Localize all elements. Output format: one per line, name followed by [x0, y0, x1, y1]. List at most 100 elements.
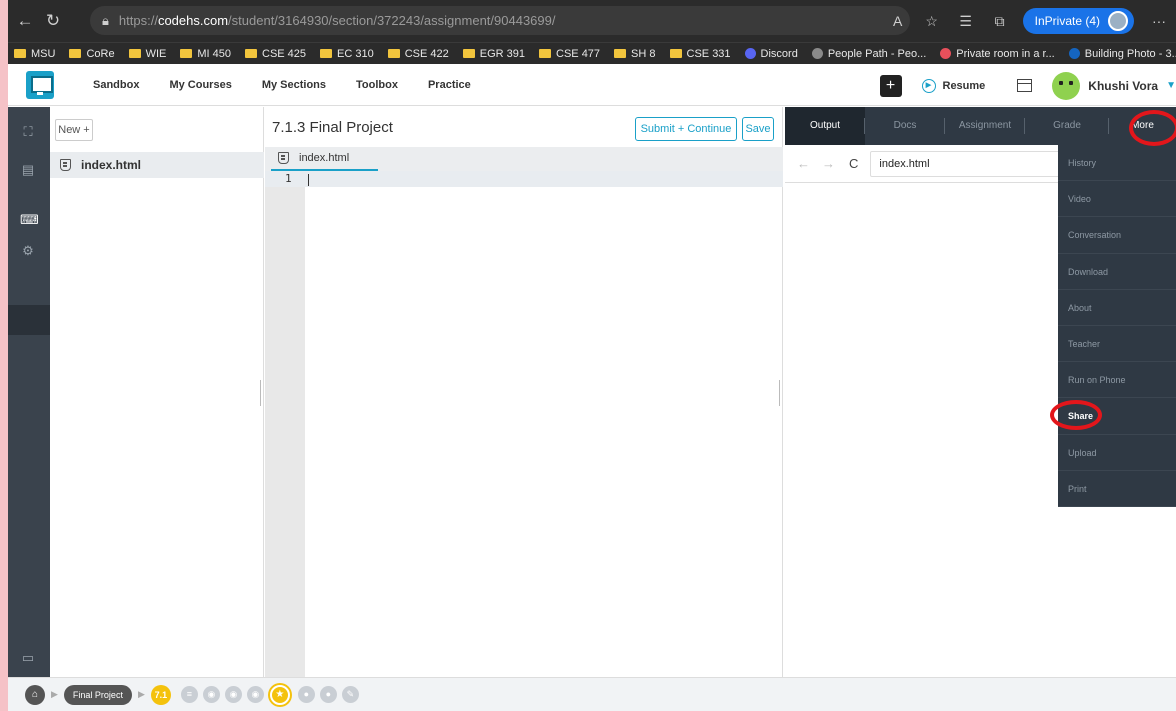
bookmark-item[interactable]: SH 8 [614, 48, 656, 60]
bookmark-item[interactable]: WIE [128, 48, 166, 60]
menu-item-video[interactable]: Video [1058, 181, 1176, 218]
bookmark-item[interactable]: EC 310 [320, 48, 374, 60]
map-icon[interactable]: ⛶ [20, 124, 36, 140]
tab-docs[interactable]: Docs [865, 107, 945, 145]
menu-item-teacher[interactable]: Teacher [1058, 326, 1176, 363]
more-icon[interactable]: ··· [1142, 13, 1176, 29]
bookmark-item[interactable]: CSE 331 [669, 47, 731, 60]
unit-badge[interactable]: 7.1 [150, 684, 171, 705]
tab-output[interactable]: Output [785, 107, 865, 145]
code-editor-panel: 7.1.3 Final Project Submit + Continue Sa… [265, 107, 783, 677]
file-item-index-html[interactable]: index.html [50, 152, 264, 178]
menu-item-run-on-phone[interactable]: Run on Phone [1058, 362, 1176, 399]
output-tabs: Output Docs Assignment Grade More [785, 107, 1176, 145]
active-line[interactable]: 1 [265, 171, 783, 187]
bookmark-item[interactable]: MI 450 [180, 48, 231, 60]
collections-icon[interactable]: ⧉ [983, 13, 1017, 30]
editor-tab-index-html[interactable]: index.html [271, 147, 378, 171]
bookmark-label: MSU [31, 47, 56, 60]
resize-handle-left[interactable] [260, 380, 261, 406]
user-name: Khushi Vora [1088, 78, 1159, 93]
back-icon[interactable]: ← [14, 11, 36, 31]
url-prefix: https:// [118, 13, 158, 28]
refresh-icon[interactable]: ↻ [42, 11, 64, 31]
activity-dot-icon[interactable]: ● [297, 686, 315, 703]
tab-assignment-label: Assignment [958, 120, 1012, 131]
nav-my-courses[interactable]: My Courses [169, 79, 231, 91]
output-forward-icon[interactable]: → [822, 156, 835, 171]
read-aloud-icon[interactable]: A [881, 13, 915, 29]
bookmark-label: CoRe [86, 47, 115, 60]
nav-sandbox[interactable]: Sandbox [93, 79, 139, 91]
bookmark-label: CSE 425 [262, 47, 307, 60]
bookmark-label: CSE 422 [404, 47, 449, 60]
resume-button[interactable]: ▶ Resume [921, 78, 986, 93]
bookmark-item[interactable]: CoRe [69, 47, 115, 60]
bookmark-item[interactable]: Building Photo - 3... [1068, 48, 1176, 60]
bookmarks-bar: MSU CoRe WIE MI 450 CSE 425 EC 310 CSE 422 EGR … [8, 42, 1176, 64]
bookmark-label: Private room in a r... [956, 47, 1055, 60]
final-project-pill[interactable]: Final Project [63, 684, 132, 705]
menu-item-print[interactable]: Print [1058, 471, 1176, 507]
bookmark-item[interactable]: CSE 425 [245, 48, 306, 60]
tab-output-label: Output [809, 120, 841, 131]
browser-toolbar: ← ↻ 🔒︎ https://codehs.com/student/316493… [8, 0, 1176, 42]
resume-label: Resume [942, 79, 986, 92]
submit-continue-button[interactable]: Submit + Continue [635, 117, 737, 141]
html5-icon [278, 152, 289, 164]
tab-assignment[interactable]: Assignment [945, 107, 1025, 145]
current-activity-star-icon[interactable]: ★ [269, 684, 290, 705]
project-title: 7.1.3 Final Project [272, 119, 393, 136]
activity-dot-icon[interactable]: ● [319, 686, 337, 703]
menu-item-download[interactable]: Download [1058, 254, 1176, 290]
codehs-logo-icon[interactable] [26, 71, 54, 99]
bookmark-label: CSE 331 [686, 47, 731, 60]
bookmark-item[interactable]: MSU [14, 48, 55, 60]
new-file-button[interactable]: New + [55, 119, 93, 141]
activity-code-icon[interactable]: ◉ [202, 686, 220, 703]
folder-icon [669, 49, 682, 58]
resize-handle-right[interactable] [779, 380, 780, 406]
settings-gear-icon[interactable]: ⚙ [20, 243, 36, 259]
output-url-field[interactable]: index.html [870, 150, 1061, 177]
calendar-icon[interactable]: ▤ [20, 162, 36, 178]
bookmark-item[interactable]: CSE 477 [539, 48, 600, 60]
nav-my-sections[interactable]: My Sections [262, 79, 326, 91]
save-button[interactable]: Save [742, 117, 774, 141]
inprivate-label: InPrivate (4) [1034, 14, 1100, 28]
nav-practice[interactable]: Practice [428, 79, 471, 91]
layout-panel-icon[interactable]: ▭ [20, 650, 36, 666]
favorites-list-icon[interactable]: ☰ [949, 13, 983, 30]
activity-edit-icon[interactable]: ✎ [341, 686, 359, 703]
create-plus-button[interactable]: + [879, 74, 902, 97]
window-icon[interactable] [1017, 79, 1033, 92]
bookmark-item[interactable]: EGR 391 [462, 47, 526, 60]
address-bar[interactable]: 🔒︎ https://codehs.com/student/3164930/se… [90, 6, 910, 35]
files-panel: New + index.html [50, 107, 264, 677]
activity-code-icon[interactable]: ◉ [246, 686, 264, 703]
menu-item-about[interactable]: About [1058, 290, 1176, 326]
activity-code-icon[interactable]: ◉ [224, 686, 242, 703]
bookmark-item[interactable]: CSE 422 [387, 47, 449, 60]
chevron-right-icon: ▶ [51, 689, 58, 699]
inprivate-button[interactable]: InPrivate (4) [1022, 8, 1134, 34]
bookmark-item[interactable]: People Path - Peo... [811, 48, 926, 60]
favorite-star-icon[interactable]: ☆ [915, 13, 949, 30]
output-back-icon[interactable]: ← [797, 156, 810, 171]
activity-list-icon[interactable]: ≡ [180, 686, 198, 703]
menu-item-conversation[interactable]: Conversation [1058, 217, 1176, 254]
folder-icon [614, 49, 627, 58]
bookmark-item[interactable]: Private room in a r... [940, 47, 1055, 60]
nav-toolbox[interactable]: Toolbox [356, 79, 398, 91]
bookmark-item[interactable]: Discord [744, 48, 798, 60]
tab-grade[interactable]: Grade [1025, 107, 1109, 145]
menu-item-history[interactable]: History [1058, 145, 1176, 182]
code-icon[interactable]: ⌨ [20, 212, 39, 228]
editor-tab-label: index.html [299, 152, 350, 164]
output-reload-icon[interactable]: C [849, 156, 858, 171]
folder-icon [320, 49, 333, 58]
bookmark-label: EGR 391 [479, 47, 526, 60]
menu-item-upload[interactable]: Upload [1058, 435, 1176, 471]
home-icon[interactable]: ⌂ [25, 684, 45, 705]
user-menu[interactable]: Khushi Vora ▼ [1052, 71, 1176, 100]
